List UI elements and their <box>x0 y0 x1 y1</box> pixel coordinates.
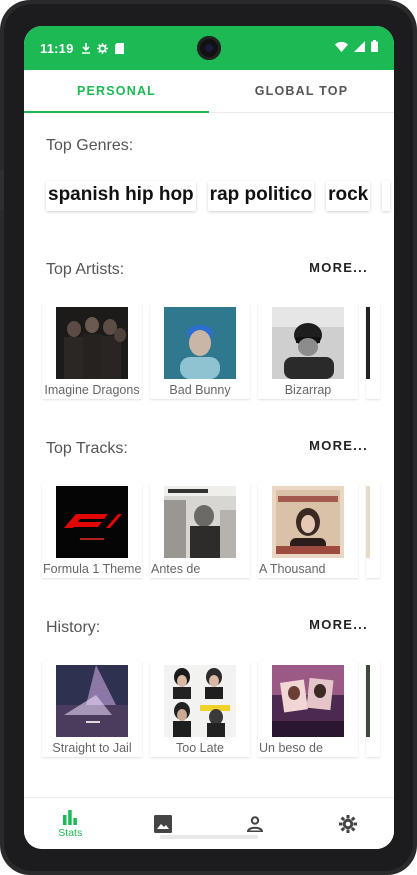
track-name: A Thousand <box>259 562 326 576</box>
history-image <box>272 665 344 737</box>
history-card[interactable]: Too Late <box>150 661 250 757</box>
artist-name: Imagine Dragons <box>44 383 140 397</box>
genre-chip-partial[interactable] <box>382 181 390 211</box>
history-title: History: <box>46 619 101 636</box>
track-card[interactable]: A Thousand <box>258 482 358 578</box>
track-name: Formula 1 Theme <box>43 562 142 576</box>
person-icon <box>247 815 264 832</box>
top-genres-title: Top Genres: <box>46 137 134 154</box>
settings-icon <box>338 814 357 833</box>
artist-name: Bizarrap <box>284 383 332 397</box>
wifi-icon <box>335 41 348 52</box>
artist-image <box>366 307 370 379</box>
app-screen: 11:19 PERSONAL GLOBAL TOP Top Genres: sp… <box>24 26 394 849</box>
nav-images[interactable] <box>117 798 210 849</box>
artist-card[interactable]: Bad Bunny <box>150 303 250 399</box>
history-track-name: Un beso de <box>259 741 323 755</box>
tracks-row: Formula 1 Theme Antes de A Thousand <box>42 482 380 578</box>
history-more-button[interactable]: MORE... <box>309 617 368 632</box>
artist-card[interactable]: Bizarrap <box>258 303 358 399</box>
artist-card-partial[interactable] <box>366 303 380 399</box>
track-image <box>164 486 236 558</box>
top-artists-title: Top Artists: <box>46 261 125 278</box>
tab-bar: PERSONAL GLOBAL TOP <box>24 70 394 113</box>
bottom-navigation: Stats <box>24 797 394 849</box>
history-row: Straight to Jail Too Late Un beso de <box>42 661 380 757</box>
history-track-name: Too Late <box>176 741 224 755</box>
history-image <box>56 665 128 737</box>
volume-button <box>0 170 4 210</box>
genre-chip[interactable]: rap politico <box>207 181 315 211</box>
tracks-more-button[interactable]: MORE... <box>309 438 368 453</box>
track-card-partial[interactable] <box>366 482 380 578</box>
gear-icon <box>96 42 108 54</box>
nav-stats-label: Stats <box>58 826 83 839</box>
artist-image <box>164 307 236 379</box>
history-image <box>366 665 370 737</box>
history-card-partial[interactable] <box>366 661 380 757</box>
tab-personal[interactable]: PERSONAL <box>24 70 209 112</box>
nav-stats[interactable]: Stats <box>24 798 117 849</box>
track-card[interactable]: Antes de <box>150 482 250 578</box>
history-track-name: Straight to Jail <box>52 741 132 755</box>
track-image <box>56 486 128 558</box>
track-image <box>366 486 370 558</box>
image-icon <box>153 814 172 833</box>
nav-settings[interactable] <box>302 798 395 849</box>
artist-name: Bad Bunny <box>169 383 231 397</box>
nav-profile[interactable] <box>209 798 302 849</box>
status-bar: 11:19 <box>24 26 394 70</box>
genre-chip-row: spanish hip hop rap politico rock <box>46 181 390 211</box>
stats-content: Top Genres: spanish hip hop rap politico… <box>24 113 394 797</box>
history-image <box>164 665 236 737</box>
track-card[interactable]: Formula 1 Theme <box>42 482 142 578</box>
artists-more-button[interactable]: MORE... <box>309 260 368 275</box>
signal-icon <box>354 40 365 52</box>
track-image <box>272 486 344 558</box>
artist-card[interactable]: Imagine Dragons <box>42 303 142 399</box>
battery-icon <box>371 40 378 52</box>
genre-chip[interactable]: rock <box>326 181 371 211</box>
history-card[interactable]: Straight to Jail <box>42 661 142 757</box>
top-tracks-title: Top Tracks: <box>46 440 128 457</box>
artists-row: Imagine Dragons Bad Bunny Bizarrap <box>42 303 380 399</box>
artist-image <box>272 307 344 379</box>
genre-chip[interactable]: spanish hip hop <box>46 181 196 211</box>
front-camera <box>197 36 221 60</box>
artist-image <box>56 307 128 379</box>
sd-card-icon <box>114 42 124 54</box>
gesture-bar[interactable] <box>160 835 258 839</box>
bar-chart-icon <box>63 809 78 825</box>
track-name: Antes de <box>151 562 201 576</box>
tab-global-top[interactable]: GLOBAL TOP <box>209 70 394 112</box>
history-card[interactable]: Un beso de <box>258 661 358 757</box>
status-time: 11:19 <box>40 40 74 56</box>
download-icon <box>81 42 90 54</box>
